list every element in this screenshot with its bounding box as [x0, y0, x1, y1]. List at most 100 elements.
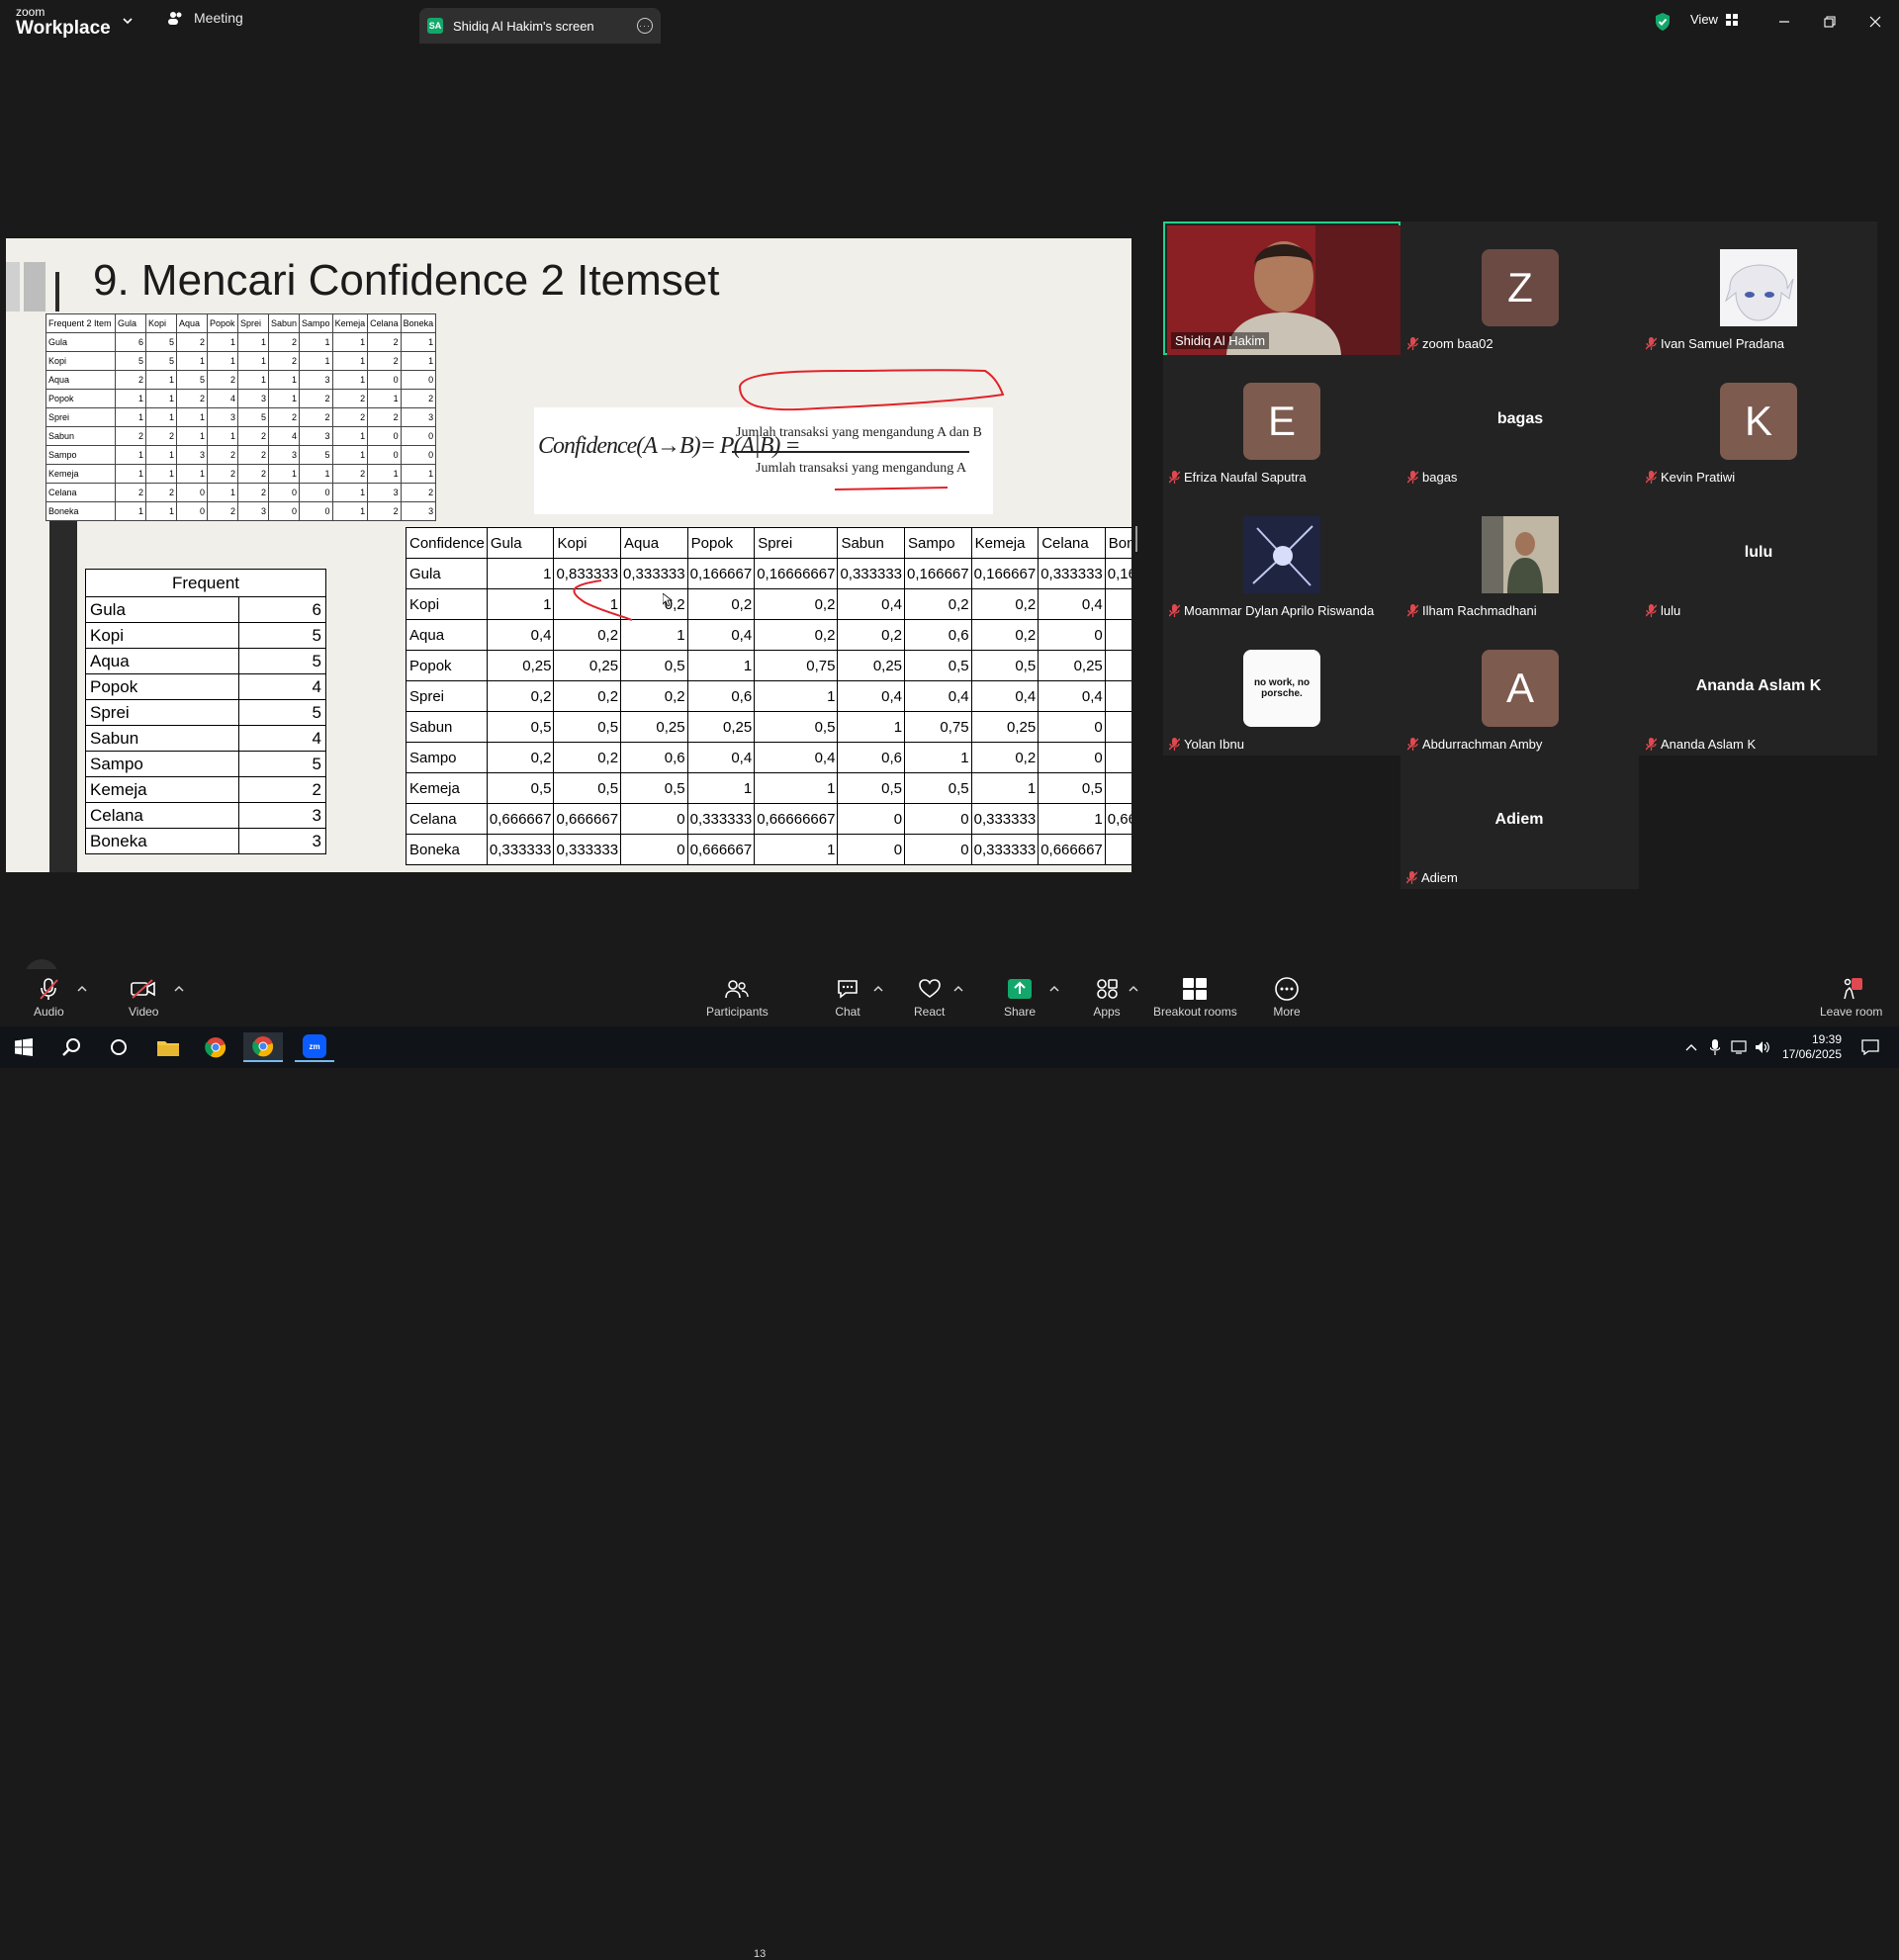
tray-network-icon[interactable] [1729, 1032, 1749, 1062]
chat-button[interactable]: Chat [833, 977, 862, 1019]
table-cell: 5 [176, 370, 208, 390]
table-cell: 0,666667 [553, 803, 622, 835]
avatar: A [1482, 650, 1559, 727]
table-cell: 0,5 [1038, 772, 1106, 804]
participant-display-name: Adiem [1494, 811, 1544, 828]
item-count-cell: 5 [238, 699, 326, 726]
windows-start-icon[interactable] [4, 1032, 44, 1062]
item-count-cell: 3 [238, 828, 326, 854]
table-cell: 2 [400, 483, 437, 502]
restore-icon[interactable] [1818, 10, 1842, 34]
grid-icon [1725, 13, 1738, 26]
view-button[interactable]: View [1690, 12, 1738, 27]
tray-volume-icon[interactable] [1753, 1032, 1772, 1062]
more-options-icon[interactable]: ··· [637, 18, 653, 34]
mic-muted-icon [1169, 604, 1180, 617]
participant-name-label: Kevin Pratiwi [1646, 470, 1735, 485]
table-row: Sabun0,50,50,250,250,510,750,2500 [406, 711, 1131, 743]
tray-mic-icon[interactable] [1705, 1032, 1725, 1062]
table-cell: 1 [237, 332, 269, 352]
audio-options-caret-icon[interactable] [77, 985, 87, 993]
participant-tile[interactable]: Shidiq Al Hakim [1163, 222, 1401, 355]
participant-tile[interactable]: bagas bagas [1402, 355, 1639, 489]
table-cell: 1 [145, 501, 177, 521]
table-cell: 1 [400, 464, 437, 484]
participant-tile[interactable]: no work, no porsche. Yolan Ibnu [1163, 622, 1401, 756]
table-cell: 1 [620, 619, 688, 651]
tab-meeting[interactable]: Meeting [168, 10, 243, 26]
close-icon[interactable] [1863, 10, 1887, 34]
participant-tile[interactable]: Ilham Rachmadhani [1402, 489, 1639, 622]
table-cell: 2 [400, 389, 437, 408]
participant-tile[interactable]: A Abdurrachman Amby [1402, 622, 1639, 756]
table-cell: 0,333333 [970, 834, 1040, 865]
chrome-active-icon[interactable] [243, 1032, 283, 1062]
table-cell: 1 [486, 588, 555, 620]
table-cell: 0 [837, 834, 906, 865]
video-options-caret-icon[interactable] [174, 985, 184, 993]
minimize-icon[interactable] [1772, 10, 1796, 34]
notifications-icon[interactable] [1855, 1032, 1885, 1062]
shield-check-icon[interactable] [1654, 12, 1672, 32]
leave-room-button[interactable]: Leave room [1820, 977, 1882, 1019]
participant-tile[interactable]: Ivan Samuel Pradana [1640, 222, 1877, 355]
table-cell: Sprei [237, 313, 269, 333]
table-cell: 1 [176, 426, 208, 446]
cortana-icon[interactable] [99, 1032, 138, 1062]
chrome-icon[interactable] [196, 1032, 235, 1062]
taskbar-clock[interactable]: 19:39 17/06/2025 [1782, 1032, 1842, 1062]
file-explorer-icon[interactable] [148, 1032, 188, 1062]
table-cell: 3 [299, 370, 333, 390]
participant-name-label: bagas [1407, 470, 1457, 485]
frequent-table-header: Frequent [85, 569, 326, 597]
table-cell: 0,2 [970, 742, 1040, 773]
table-cell: 0,333333 [486, 834, 555, 865]
apps-options-caret-icon[interactable] [1129, 985, 1138, 993]
search-icon[interactable] [51, 1032, 91, 1062]
participant-tile[interactable]: K Kevin Pratiwi [1640, 355, 1877, 489]
table-cell: 2 [367, 407, 402, 427]
item-count-cell: 6 [238, 596, 326, 623]
share-options-caret-icon[interactable] [1049, 985, 1059, 993]
logo-big-text: Workplace [16, 18, 111, 39]
table-cell: 1 [115, 389, 146, 408]
participant-tile[interactable]: Adiem Adiem [1401, 756, 1638, 889]
table-row: Kopi110,20,20,20,40,20,20,40,2 [406, 588, 1131, 620]
participants-button[interactable]: Participants [706, 977, 769, 1019]
table-cell: 0,4 [1038, 680, 1106, 712]
chevron-down-icon[interactable] [121, 14, 135, 28]
panel-resize-handle[interactable] [1135, 526, 1137, 552]
participant-name-label: Moammar Dylan Aprilo Riswanda [1169, 603, 1374, 618]
table-cell: 0,2 [553, 742, 622, 773]
slide-bar-gap [49, 238, 77, 313]
share-button[interactable]: Share [1004, 977, 1036, 1019]
breakout-rooms-button[interactable]: Breakout rooms [1153, 977, 1237, 1019]
apps-button[interactable]: Apps [1092, 977, 1122, 1019]
table-row: Popok0,250,250,510,750,250,50,50,250,5 [406, 650, 1131, 681]
table-cell: 0,5 [904, 772, 972, 804]
react-options-caret-icon[interactable] [953, 985, 963, 993]
more-button[interactable]: More [1272, 977, 1302, 1019]
tab-shared-screen[interactable]: SA Shidiq Al Hakim's screen ··· [419, 8, 661, 44]
react-button[interactable]: React [914, 977, 945, 1019]
table-cell: 1 [331, 351, 369, 371]
slide-title: 9. Mencari Confidence 2 Itemset [93, 256, 720, 305]
react-heart-icon [918, 979, 941, 998]
participant-tile[interactable]: Zzoom baa02 [1402, 222, 1639, 355]
tray-chevron-icon[interactable] [1681, 1032, 1701, 1062]
participant-tile[interactable]: Ananda Aslam K Ananda Aslam K [1640, 622, 1877, 756]
table-cell: 0,5 [1104, 772, 1131, 804]
participant-tile[interactable]: lulu lulu [1640, 489, 1877, 622]
audio-button[interactable]: Audio [34, 977, 64, 1019]
video-button[interactable]: Video [129, 977, 158, 1019]
table-row: Gula 6 [85, 596, 326, 623]
table-cell: 0 [1104, 742, 1131, 773]
participant-tile[interactable]: E Efriza Naufal Saputra [1163, 355, 1401, 489]
mouse-cursor-icon [663, 593, 673, 607]
zoom-app-icon[interactable]: zm [295, 1032, 334, 1062]
participant-tile[interactable]: Moammar Dylan Aprilo Riswanda [1163, 489, 1401, 622]
table-cell: 2 [115, 370, 146, 390]
confidence-table: Confidence Gula Kopi Aqua Popok Sprei Sabun Sam… [406, 527, 1131, 865]
chat-options-caret-icon[interactable] [873, 985, 883, 993]
table-cell: 1 [299, 332, 333, 352]
